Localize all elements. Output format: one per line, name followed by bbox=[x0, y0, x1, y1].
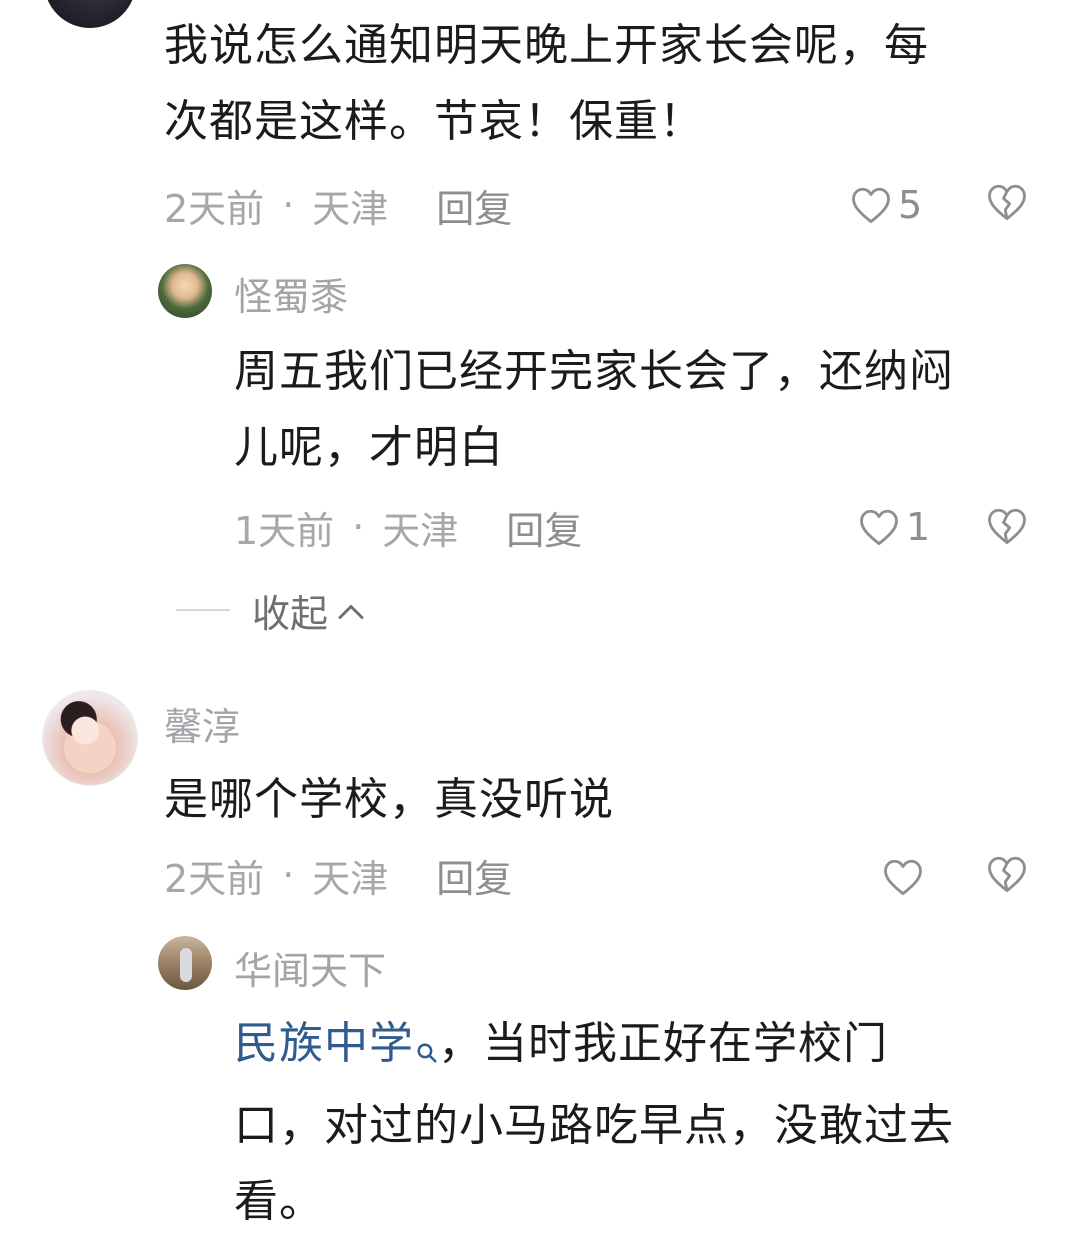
collapse-divider bbox=[176, 609, 230, 611]
location: 天津 bbox=[382, 508, 459, 553]
separator-dot: · bbox=[282, 853, 295, 897]
dislike-button[interactable] bbox=[986, 506, 1028, 546]
dislike-button[interactable] bbox=[986, 854, 1028, 894]
comment-line: 我说怎么通知明天晚上开家长会呢，每 bbox=[164, 20, 929, 71]
search-icon[interactable] bbox=[416, 1012, 438, 1088]
reply-username[interactable]: 华闻天下 bbox=[234, 940, 386, 995]
reply-avatar[interactable] bbox=[158, 936, 212, 990]
collapse-label: 收起 bbox=[252, 591, 329, 636]
comment-username[interactable]: 馨淳 bbox=[164, 696, 240, 751]
reply-text: 周五我们已经开完家长会了，还纳闷 儿呢，才明白 bbox=[234, 334, 954, 486]
comment-meta: 2天前 · 天津 回复 bbox=[164, 178, 512, 233]
reply-line: 口，对过的小马路吃早点，没敢过去 bbox=[234, 1100, 954, 1151]
reply-line: 民族中学 ，当时我正好在学校门 bbox=[234, 1006, 954, 1088]
location: 天津 bbox=[312, 856, 389, 901]
broken-heart-icon bbox=[986, 182, 1028, 222]
reply-meta: 1天前 · 天津 回复 bbox=[234, 500, 582, 555]
reply-line: 周五我们已经开完家长会了，还纳闷 bbox=[234, 346, 954, 397]
search-link[interactable]: 民族中学 bbox=[234, 1018, 414, 1069]
broken-heart-icon bbox=[986, 506, 1028, 546]
like-button[interactable] bbox=[882, 852, 930, 902]
reply-avatar[interactable] bbox=[158, 264, 212, 318]
avatar-figure bbox=[180, 948, 192, 982]
timestamp: 2天前 bbox=[164, 186, 265, 231]
reply-line: 看。 bbox=[234, 1176, 324, 1227]
collapse-replies-button[interactable]: 收起 bbox=[176, 584, 366, 636]
reply-text-rest: ，当时我正好在学校门 bbox=[438, 1018, 888, 1069]
reply-button[interactable]: 回复 bbox=[436, 178, 512, 233]
reply-line: 儿呢，才明白 bbox=[234, 422, 504, 473]
avatar[interactable] bbox=[44, 0, 136, 28]
reply-text: 民族中学 ，当时我正好在学校门 口，对过的小马路吃早点，没敢过去 看。 bbox=[234, 1006, 954, 1240]
reply-button[interactable]: 回复 bbox=[436, 848, 512, 903]
comment-text: 我说怎么通知明天晚上开家长会呢，每 次都是这样。节哀！保重！ bbox=[164, 8, 929, 160]
like-button[interactable]: 1 bbox=[858, 502, 930, 552]
reply-button[interactable]: 回复 bbox=[506, 500, 582, 555]
chevron-up-icon bbox=[336, 588, 366, 632]
separator-dot: · bbox=[352, 505, 365, 549]
separator-dot: · bbox=[282, 183, 295, 227]
comment-text: 是哪个学校，真没听说 bbox=[164, 774, 614, 825]
like-button[interactable]: 5 bbox=[850, 180, 922, 230]
timestamp: 1天前 bbox=[234, 508, 335, 553]
comment-line: 次都是这样。节哀！保重！ bbox=[164, 96, 704, 147]
like-count: 1 bbox=[906, 505, 931, 549]
dislike-button[interactable] bbox=[986, 182, 1028, 222]
comment-meta: 2天前 · 天津 回复 bbox=[164, 848, 512, 903]
timestamp: 2天前 bbox=[164, 856, 265, 901]
heart-outline-icon bbox=[858, 507, 900, 547]
avatar[interactable] bbox=[42, 690, 138, 786]
broken-heart-icon bbox=[986, 854, 1028, 894]
heart-outline-icon bbox=[850, 185, 892, 225]
like-count: 5 bbox=[898, 183, 923, 227]
location: 天津 bbox=[312, 186, 389, 231]
reply-username[interactable]: 怪蜀黍 bbox=[234, 266, 348, 321]
heart-outline-icon bbox=[882, 857, 924, 897]
